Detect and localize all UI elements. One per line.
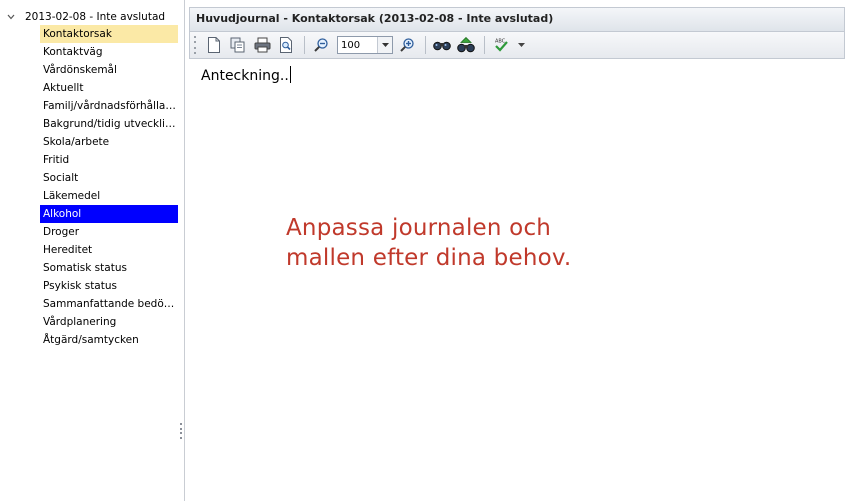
tree-item[interactable]: Läkemedel bbox=[40, 187, 178, 205]
editor-title: Huvudjournal - Kontaktorsak (2013-02-08 … bbox=[189, 7, 845, 31]
splitter-handle[interactable] bbox=[179, 423, 182, 439]
toolbar-separator bbox=[304, 36, 305, 54]
toolbar-overflow-icon[interactable] bbox=[514, 34, 528, 56]
tree-item[interactable]: Fritid bbox=[40, 151, 178, 169]
tree-item[interactable]: Skola/arbete bbox=[40, 133, 178, 151]
tree-item[interactable]: Alkohol bbox=[40, 205, 178, 223]
tree-items: Kontaktorsak Kontaktväg Vårdönskemål Aktuel… bbox=[40, 25, 178, 349]
copy-pages-icon[interactable] bbox=[227, 34, 249, 56]
editor-toolbar: 100 ABC bbox=[189, 31, 845, 59]
chevron-down-icon[interactable] bbox=[377, 37, 392, 53]
new-document-icon[interactable] bbox=[203, 34, 225, 56]
tree-item[interactable]: Bakgrund/tidig utveckling bbox=[40, 115, 178, 133]
tree-item[interactable]: Vårdplanering bbox=[40, 313, 178, 331]
tree-item[interactable]: Droger bbox=[40, 223, 178, 241]
overlay-line: mallen efter dina behov. bbox=[286, 245, 572, 271]
document-body[interactable]: Anteckning.. bbox=[201, 66, 291, 84]
journal-editor: Huvudjournal - Kontaktorsak (2013-02-08 … bbox=[186, 0, 848, 501]
journal-tree: 2013-02-08 - Inte avslutad Kontaktorsak K… bbox=[0, 0, 185, 501]
tree-item[interactable]: Somatisk status bbox=[40, 259, 178, 277]
find-next-icon[interactable] bbox=[455, 34, 477, 56]
spell-check-icon[interactable]: ABC bbox=[490, 34, 512, 56]
toolbar-separator bbox=[484, 36, 485, 54]
zoom-out-icon[interactable] bbox=[310, 34, 332, 56]
tree-item[interactable]: Hereditet bbox=[40, 241, 178, 259]
instruction-overlay: Anpassa journalen och mallen efter dina … bbox=[286, 213, 571, 273]
tree-root-label: 2013-02-08 - Inte avslutad bbox=[25, 11, 166, 23]
find-icon[interactable] bbox=[431, 34, 453, 56]
tree-root-node[interactable]: 2013-02-08 - Inte avslutad bbox=[6, 9, 165, 25]
tree-item[interactable]: Socialt bbox=[40, 169, 178, 187]
zoom-in-icon[interactable] bbox=[396, 34, 418, 56]
zoom-value: 100 bbox=[341, 39, 361, 51]
document-text: Anteckning.. bbox=[201, 68, 289, 84]
tree-item[interactable]: Psykisk status bbox=[40, 277, 178, 295]
toolbar-grip[interactable] bbox=[194, 36, 197, 54]
zoom-select[interactable]: 100 bbox=[337, 36, 393, 54]
toolbar-separator bbox=[425, 36, 426, 54]
tree-item[interactable]: Kontaktväg bbox=[40, 43, 178, 61]
tree-item[interactable]: Aktuellt bbox=[40, 79, 178, 97]
print-preview-icon[interactable] bbox=[275, 34, 297, 56]
tree-item[interactable]: Kontaktorsak bbox=[40, 25, 178, 43]
tree-item[interactable]: Åtgärd/samtycken bbox=[40, 331, 178, 349]
print-icon[interactable] bbox=[251, 34, 273, 56]
tree-item[interactable]: Sammanfattande bedöm... bbox=[40, 295, 178, 313]
text-caret bbox=[289, 66, 291, 83]
tree-item[interactable]: Vårdönskemål bbox=[40, 61, 178, 79]
chevron-down-icon[interactable] bbox=[6, 12, 16, 22]
overlay-line: Anpassa journalen och bbox=[286, 215, 552, 241]
tree-item[interactable]: Familj/vårdnadsförhållan... bbox=[40, 97, 178, 115]
